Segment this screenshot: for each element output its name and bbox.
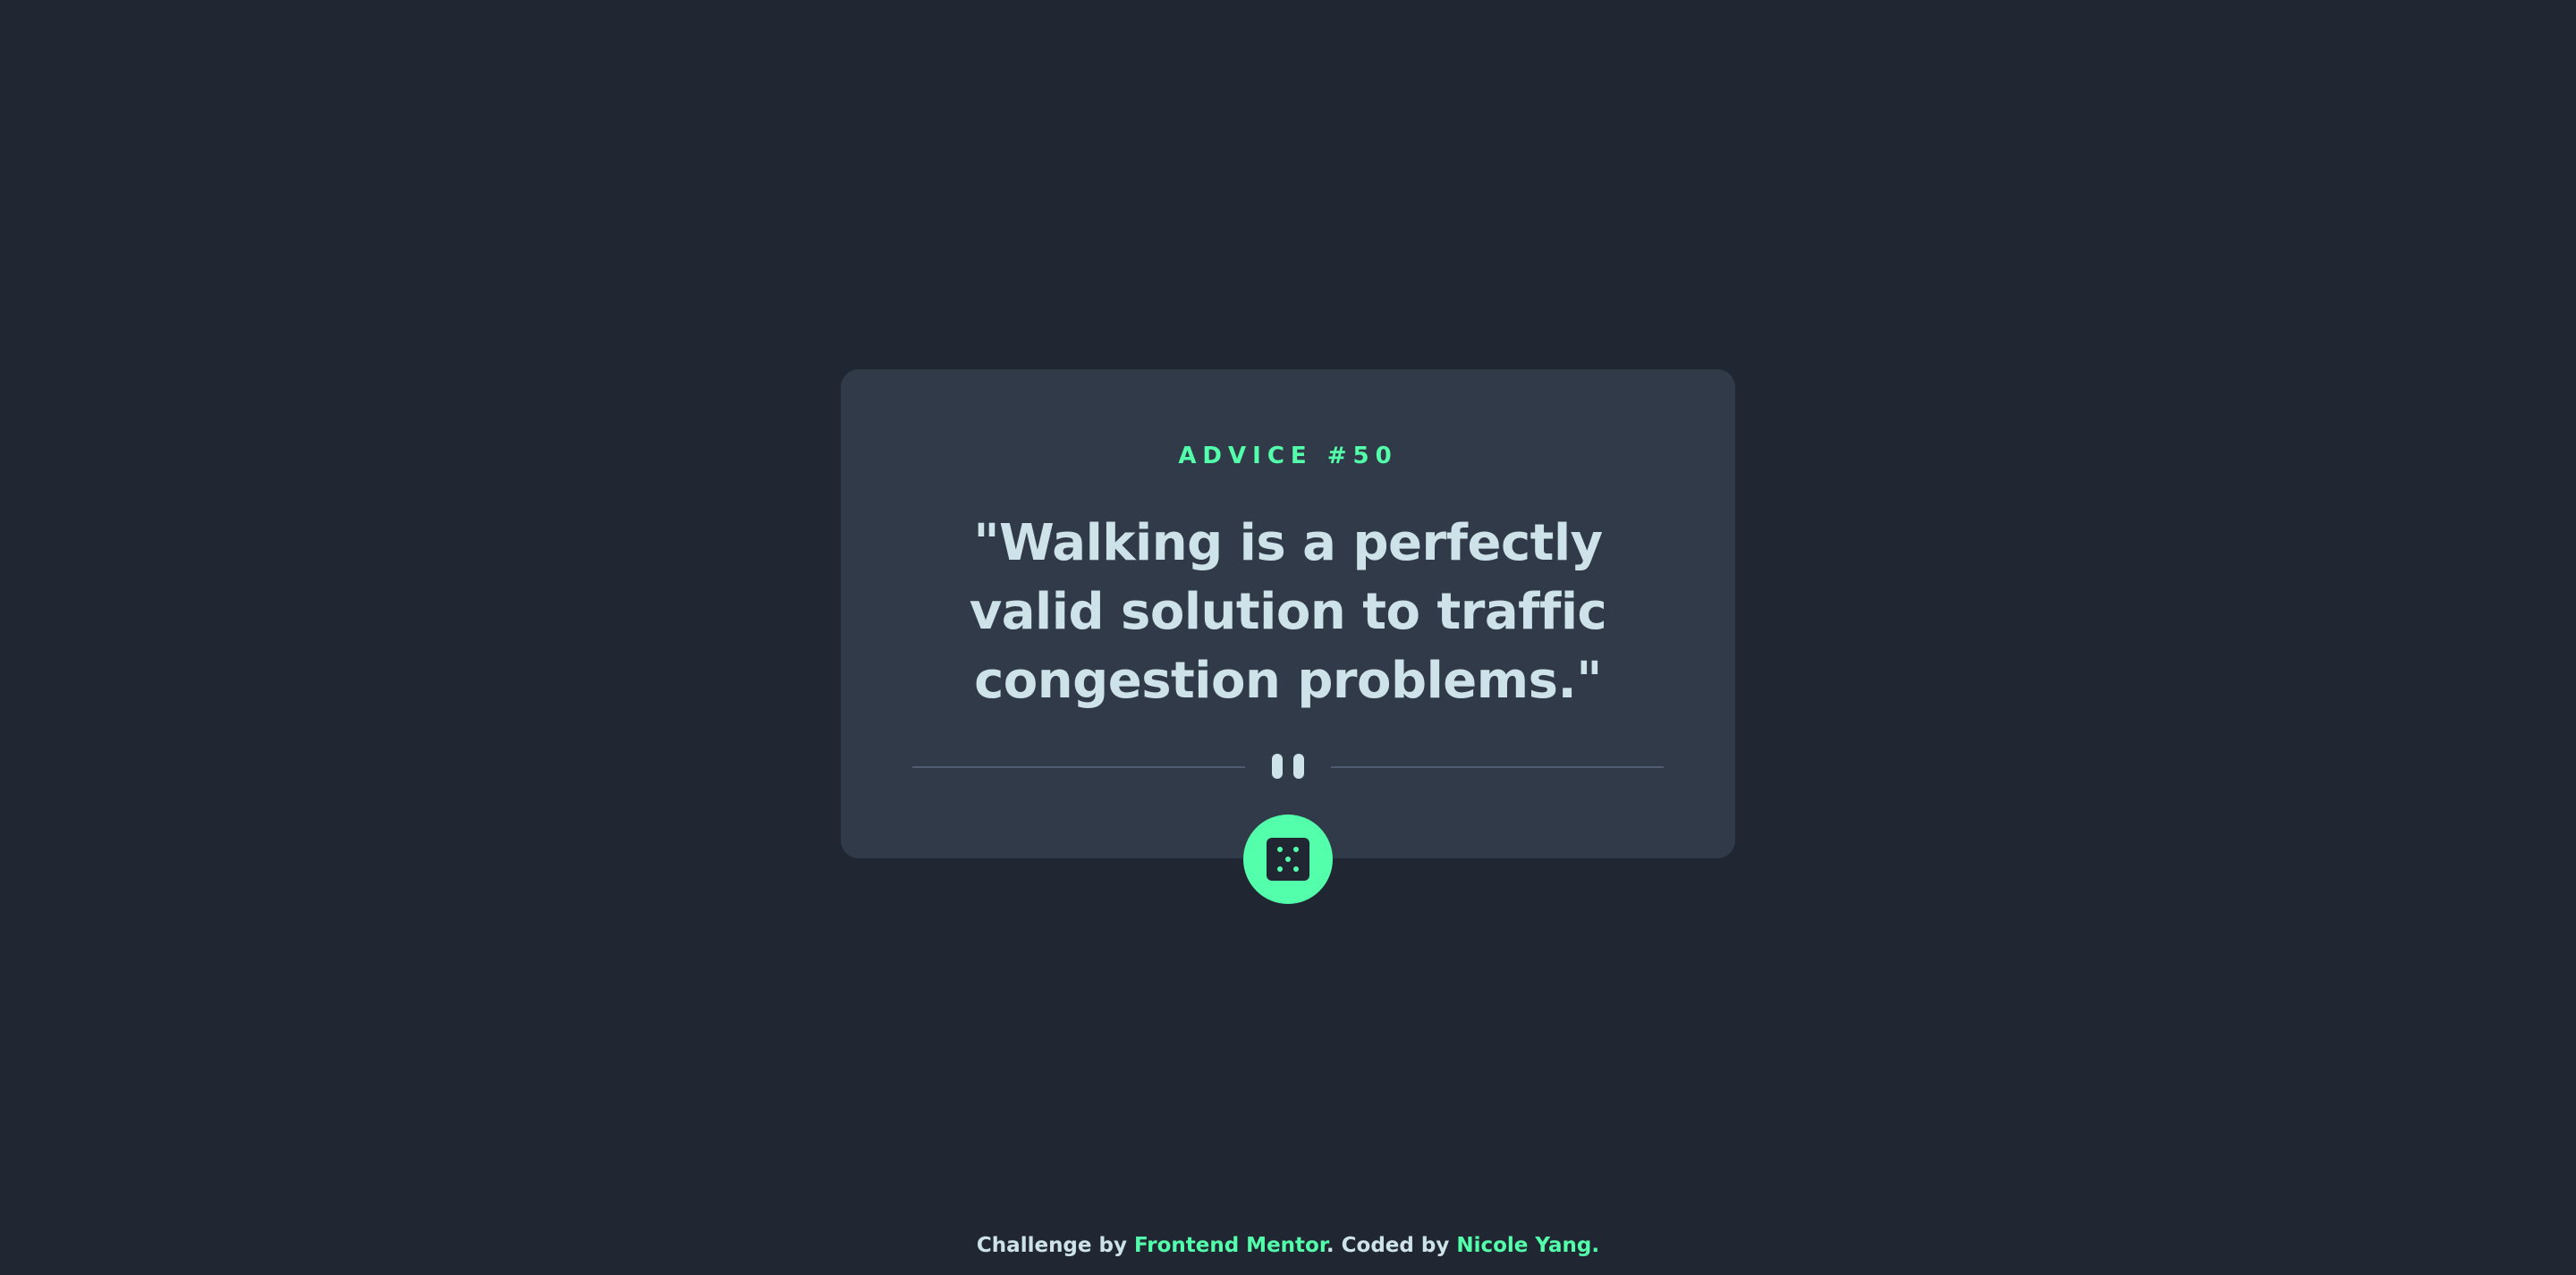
attribution-prefix: Challenge by bbox=[976, 1234, 1134, 1257]
new-advice-button[interactable] bbox=[1243, 815, 1333, 904]
pattern-divider bbox=[912, 754, 1664, 779]
frontend-mentor-link[interactable]: Frontend Mentor bbox=[1134, 1234, 1326, 1257]
attribution-suffix: . bbox=[1591, 1234, 1600, 1257]
advice-card: ADVICE #50 "Walking is a perfectly valid… bbox=[841, 369, 1735, 904]
dice-icon bbox=[1267, 838, 1309, 881]
attribution: Challenge by Frontend Mentor. Coded by N… bbox=[0, 1234, 2576, 1257]
page: ADVICE #50 "Walking is a perfectly valid… bbox=[0, 0, 2576, 1275]
author-link[interactable]: Nicole Yang bbox=[1456, 1234, 1591, 1257]
divider-line-left bbox=[912, 766, 1245, 768]
divider-line-right bbox=[1331, 766, 1664, 768]
pause-icon bbox=[1272, 754, 1304, 779]
advice-number: ADVICE #50 bbox=[1178, 443, 1398, 469]
advice-quote: "Walking is a perfectly valid solution t… bbox=[969, 514, 1607, 710]
attribution-middle: . Coded by bbox=[1326, 1234, 1457, 1257]
